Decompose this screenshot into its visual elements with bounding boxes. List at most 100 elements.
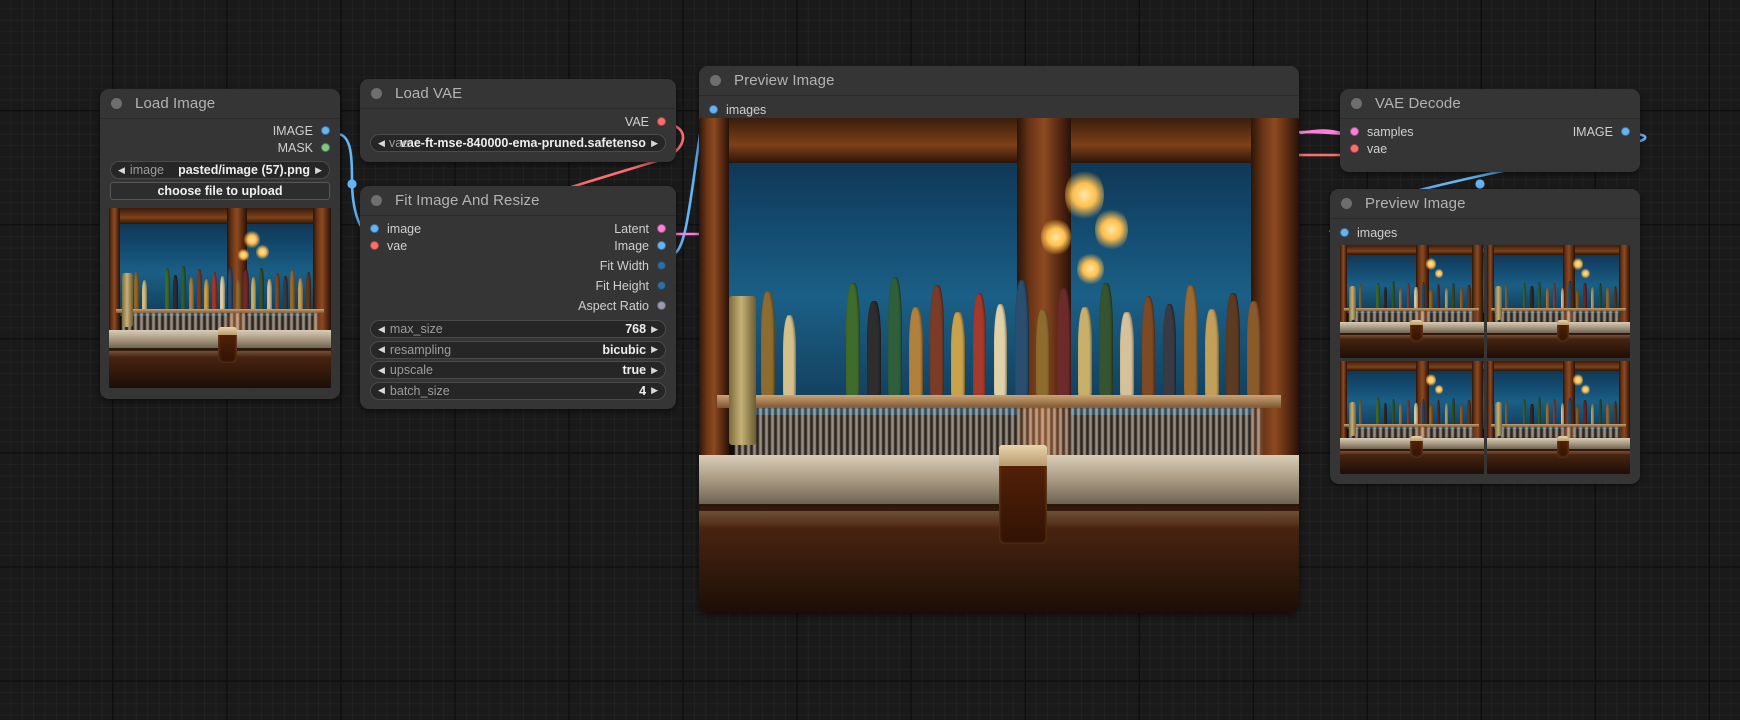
slot-dot-icon[interactable]	[657, 261, 666, 270]
bar-scene-artwork	[1486, 361, 1630, 474]
widget-value: true	[622, 363, 647, 377]
prev-arrow-icon[interactable]: ◀	[118, 165, 125, 175]
slot-dot-icon[interactable]	[1340, 228, 1349, 237]
widget-name: vae	[389, 136, 410, 150]
next-arrow-icon[interactable]: ▶	[651, 324, 658, 334]
input-slot-images[interactable]: images	[709, 100, 766, 119]
slot-row: vae	[1340, 139, 1640, 159]
slot-dot-icon[interactable]	[370, 224, 379, 233]
input-slot-label: image	[387, 221, 422, 236]
node-image-preview[interactable]	[109, 208, 331, 388]
next-arrow-icon[interactable]: ▶	[651, 345, 658, 354]
slot-dot-icon[interactable]	[370, 241, 379, 250]
node-vae-decode[interactable]: VAE Decode samples IMAGE vae	[1340, 89, 1640, 172]
node-body: VAE ◀ vae vae-ft-mse-840000-ema-pruned.s…	[360, 109, 676, 162]
output-slot-row: MASK	[100, 138, 340, 157]
next-arrow-icon[interactable]: ▶	[651, 138, 658, 148]
slot-row: image Latent	[360, 216, 676, 236]
node-title-bar[interactable]: Preview Image	[699, 66, 1299, 96]
preview-thumb[interactable]	[1486, 361, 1630, 474]
input-slot-label: images	[726, 102, 767, 117]
prev-arrow-icon[interactable]: ◀	[378, 324, 385, 334]
node-graph-canvas[interactable]: Load Image IMAGE MASK ◀ image pasted/ima…	[0, 0, 1740, 720]
widget-vae[interactable]: ◀ vae vae-ft-mse-840000-ema-pruned.safet…	[370, 134, 666, 152]
node-title-bar[interactable]: Load Image	[100, 89, 340, 119]
choose-file-to-upload-button[interactable]: choose file to upload	[110, 182, 330, 200]
node-body: images	[1330, 219, 1640, 484]
slot-dot-icon[interactable]	[1621, 127, 1630, 136]
collapse-dot-icon[interactable]	[1351, 98, 1362, 109]
output-slot-vae[interactable]: VAE	[625, 112, 666, 131]
node-body: images	[699, 96, 1299, 613]
node-image-preview[interactable]	[699, 118, 1299, 613]
bar-scene-artwork	[1486, 245, 1630, 358]
widget-image[interactable]: ◀ image pasted/image (57).png ▶	[110, 161, 330, 179]
slot-dot-icon[interactable]	[709, 105, 718, 114]
node-load-image[interactable]: Load Image IMAGE MASK ◀ image pasted/ima…	[100, 89, 340, 399]
widget-name: upscale	[389, 363, 434, 377]
node-title-bar[interactable]: Load VAE	[360, 79, 676, 109]
input-slot-vae[interactable]: vae	[1350, 139, 1387, 158]
preview-image-grid	[1340, 245, 1630, 474]
widget-resampling[interactable]: ◀ resampling bicubic ▶	[370, 340, 666, 359]
slot-dot-icon[interactable]	[657, 301, 666, 310]
prev-arrow-icon[interactable]: ◀	[378, 386, 385, 395]
slot-row: images	[1330, 219, 1640, 241]
output-slot-label: IMAGE	[272, 123, 313, 138]
next-arrow-icon[interactable]: ▶	[651, 386, 658, 395]
slot-dot-icon[interactable]	[657, 224, 666, 233]
bar-scene-artwork	[1340, 245, 1484, 358]
collapse-dot-icon[interactable]	[371, 195, 382, 206]
node-title-bar[interactable]: VAE Decode	[1340, 89, 1640, 119]
slot-dot-icon[interactable]	[1350, 144, 1359, 153]
widget-batch-size[interactable]: ◀ batch_size 4 ▶	[370, 381, 666, 400]
widget-max-size[interactable]: ◀ max_size 768 ▶	[370, 320, 666, 338]
node-fit-image-and-resize[interactable]: Fit Image And Resize image Latent vae Im…	[360, 186, 676, 409]
widget-name: image	[129, 163, 164, 177]
node-title-text: Preview Image	[734, 72, 835, 89]
output-slot-image[interactable]: Image	[614, 236, 666, 255]
output-slot-fit-width[interactable]: Fit Width	[600, 256, 666, 275]
output-slot-aspect-ratio[interactable]: Aspect Ratio	[578, 296, 666, 315]
collapse-dot-icon[interactable]	[1341, 198, 1352, 209]
output-slot-fit-height[interactable]: Fit Height	[596, 276, 666, 295]
bar-scene-artwork	[109, 208, 331, 388]
collapse-dot-icon[interactable]	[371, 88, 382, 99]
node-title-text: Load VAE	[395, 85, 463, 102]
slot-dot-icon[interactable]	[321, 143, 330, 152]
preview-thumb[interactable]	[1340, 361, 1484, 474]
output-slot-mask[interactable]: MASK	[278, 138, 330, 157]
node-title-text: Load Image	[135, 95, 216, 112]
node-title-text: Preview Image	[1365, 195, 1466, 212]
next-arrow-icon[interactable]: ▶	[315, 165, 322, 175]
slot-dot-icon[interactable]	[657, 241, 666, 250]
output-slot-row: IMAGE	[100, 119, 340, 138]
collapse-dot-icon[interactable]	[111, 98, 122, 109]
slot-row: samples IMAGE	[1340, 119, 1640, 139]
slot-row: Fit Height	[360, 276, 676, 296]
preview-thumb[interactable]	[1340, 245, 1484, 358]
preview-thumb[interactable]	[1486, 245, 1630, 358]
input-slot-vae[interactable]: vae	[370, 236, 407, 255]
prev-arrow-icon[interactable]: ◀	[378, 365, 385, 375]
node-body: image Latent vae Image Fit Width Fit Hei…	[360, 216, 676, 409]
widget-upscale[interactable]: ◀ upscale true ▶	[370, 361, 666, 379]
output-slot-row: VAE	[360, 109, 676, 131]
node-preview-image-main[interactable]: Preview Image images	[699, 66, 1299, 613]
slot-dot-icon[interactable]	[321, 126, 330, 135]
prev-arrow-icon[interactable]: ◀	[378, 138, 385, 148]
slot-row: Fit Width	[360, 256, 676, 276]
slot-dot-icon[interactable]	[657, 281, 666, 290]
collapse-dot-icon[interactable]	[710, 75, 721, 86]
next-arrow-icon[interactable]: ▶	[651, 365, 658, 375]
input-slot-images[interactable]: images	[1340, 223, 1397, 242]
input-slot-label: samples	[1367, 124, 1414, 139]
slot-dot-icon[interactable]	[1350, 127, 1359, 136]
slot-row: Aspect Ratio	[360, 296, 676, 316]
node-load-vae[interactable]: Load VAE VAE ◀ vae vae-ft-mse-840000-ema…	[360, 79, 676, 162]
node-title-bar[interactable]: Preview Image	[1330, 189, 1640, 219]
slot-dot-icon[interactable]	[657, 117, 666, 126]
prev-arrow-icon[interactable]: ◀	[378, 345, 385, 354]
node-preview-image-batch[interactable]: Preview Image images	[1330, 189, 1640, 484]
node-title-bar[interactable]: Fit Image And Resize	[360, 186, 676, 216]
